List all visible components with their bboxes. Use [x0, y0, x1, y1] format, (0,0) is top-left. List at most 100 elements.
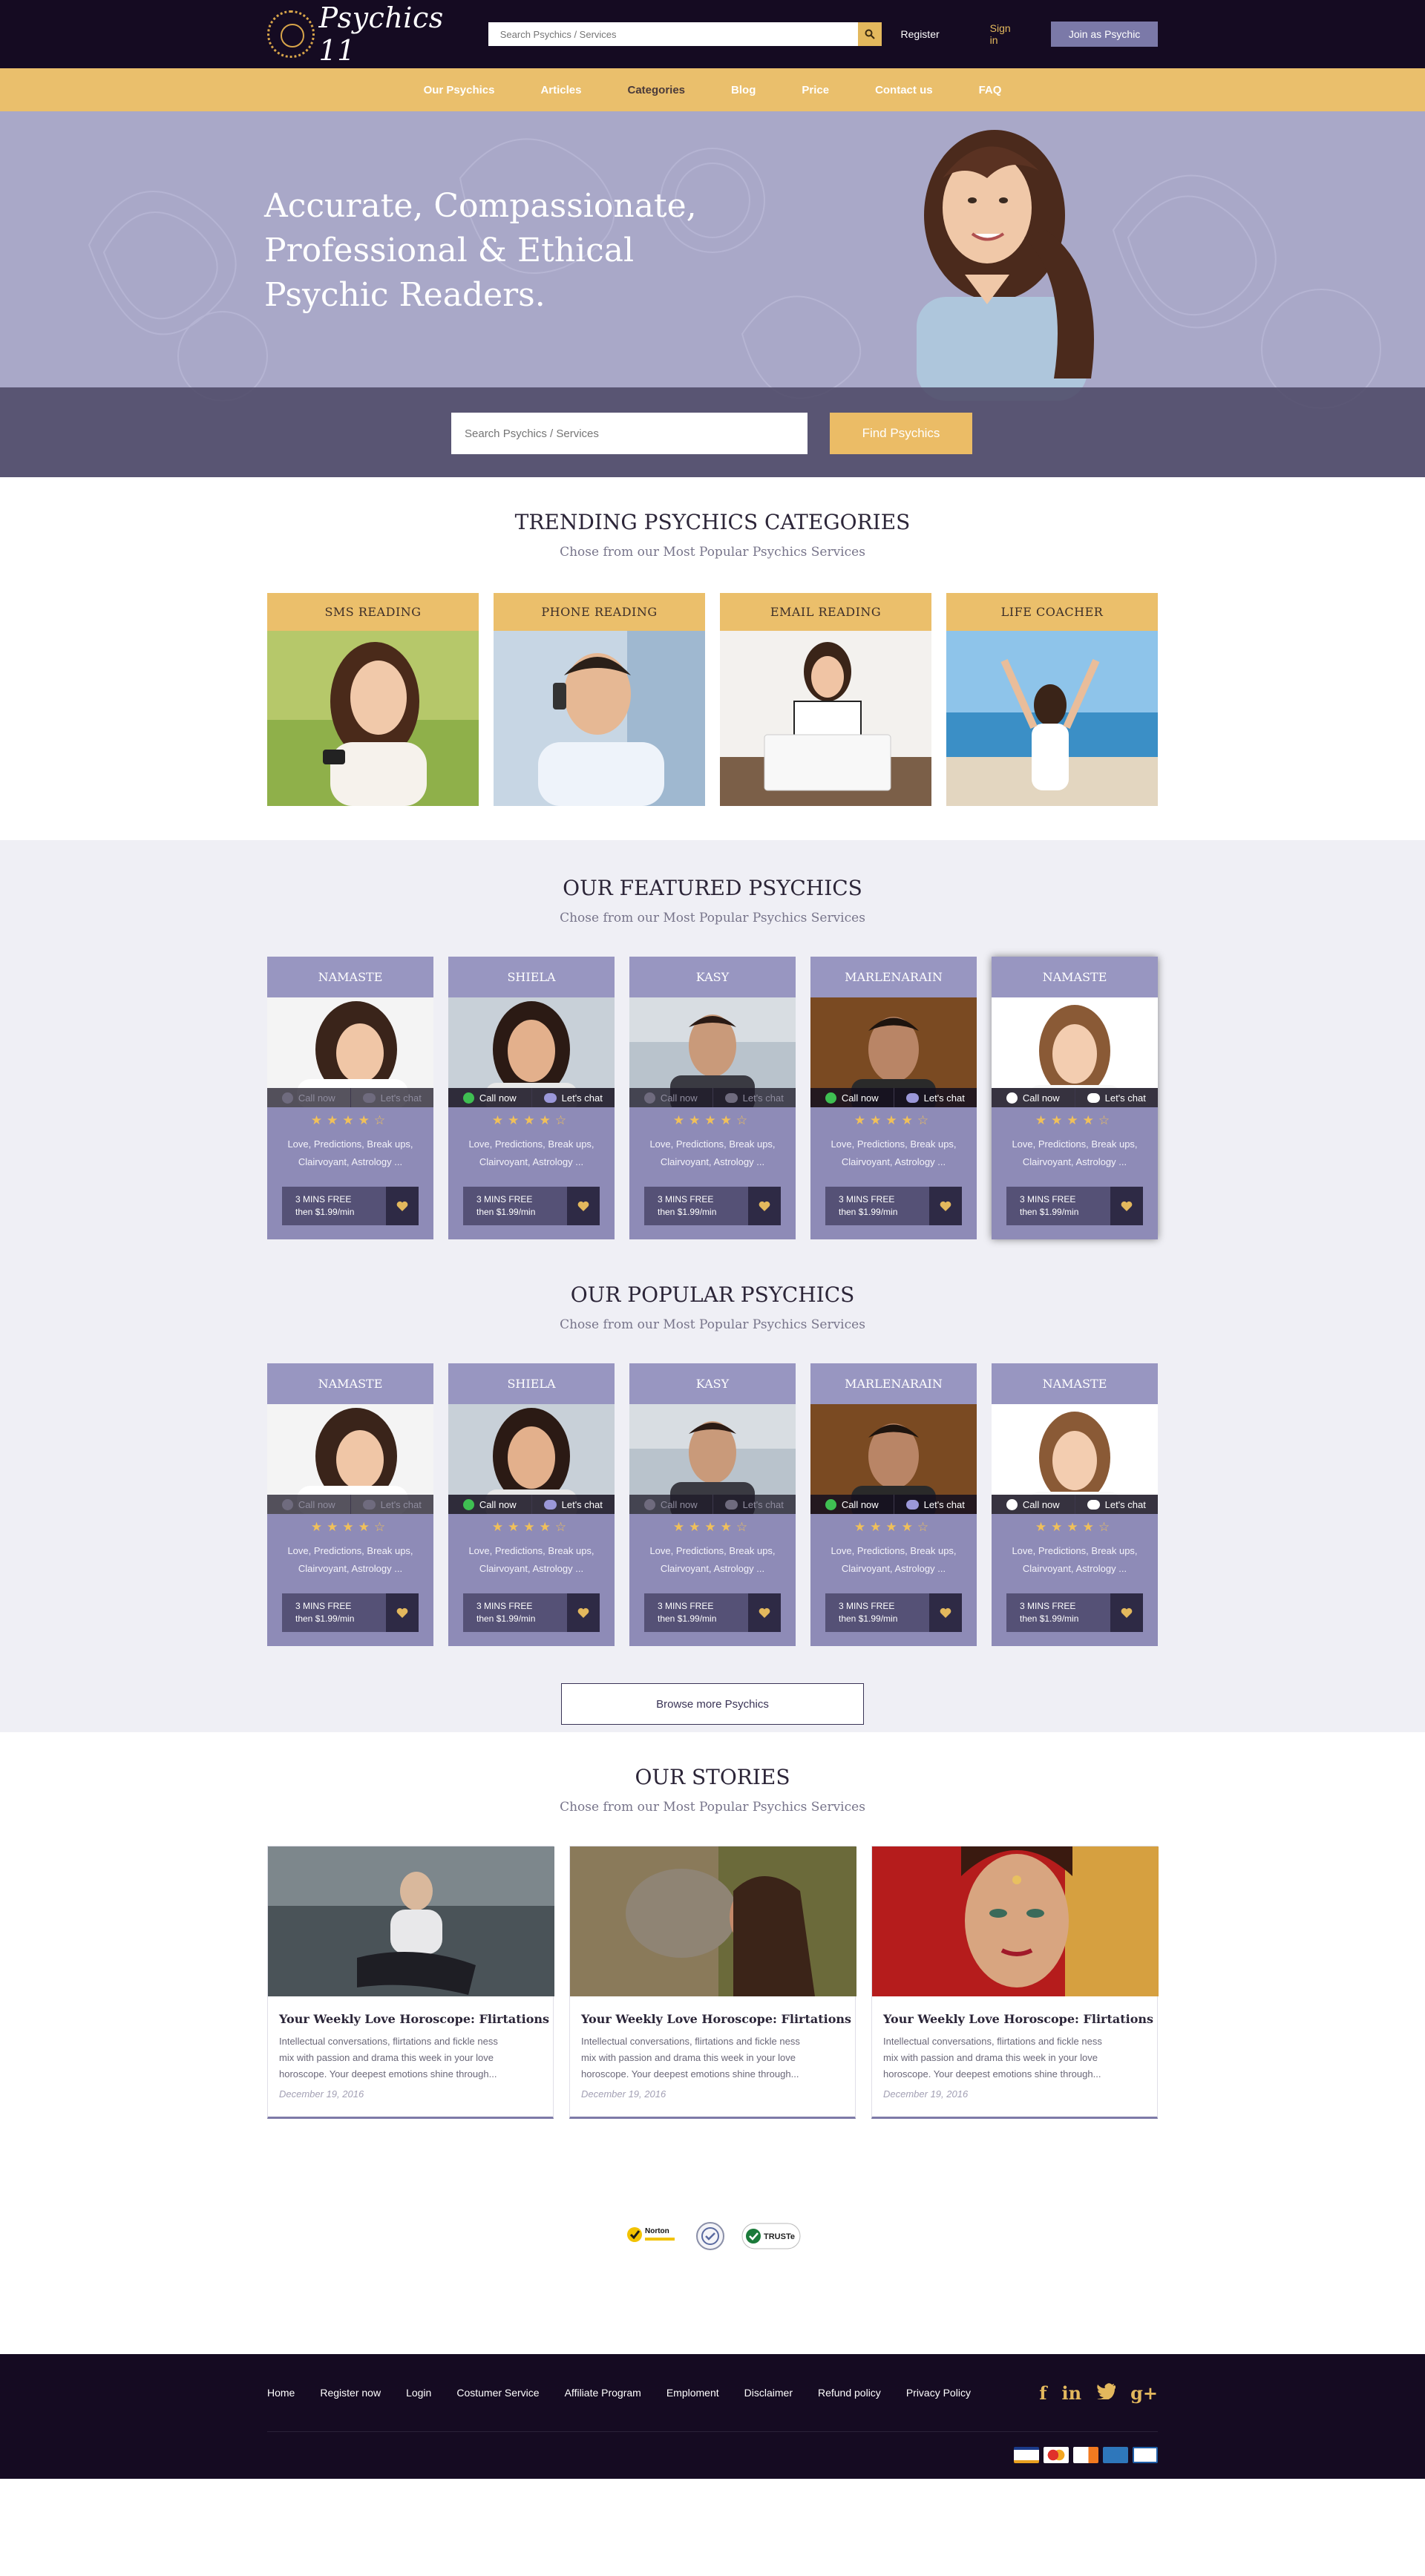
- price-info: 3 MINS FREE then $1.99/min: [644, 1187, 748, 1225]
- chat-bubble-icon: [1087, 1499, 1100, 1510]
- favorite-button[interactable]: [748, 1593, 781, 1632]
- favorite-button[interactable]: [1110, 1187, 1143, 1225]
- logo[interactable]: Psychics 11: [267, 1, 488, 67]
- psychic-card[interactable]: KASY Call now Let's chat ★★★★☆ Love, Pre…: [629, 957, 796, 1239]
- hero-search-input[interactable]: [451, 413, 808, 454]
- category-card-sms[interactable]: SMS READING: [267, 593, 479, 810]
- footer-link-login[interactable]: Login: [406, 2387, 431, 2399]
- logo-mandala-icon: [267, 10, 315, 58]
- psychic-card[interactable]: NAMASTE Call now Let's chat ★★★★☆ Love, …: [992, 957, 1158, 1239]
- specialties-line: Clairvoyant, Astrology ...: [660, 1563, 765, 1574]
- category-card-phone[interactable]: PHONE READING: [494, 593, 705, 810]
- chat-bubble-icon: [905, 1092, 919, 1103]
- section-subtitle: Chose from our Most Popular Psychics Ser…: [560, 1317, 865, 1332]
- lets-chat-button[interactable]: Let's chat: [712, 1495, 796, 1514]
- story-card[interactable]: Your Weekly Love Horoscope: Flirtations …: [267, 1846, 554, 2119]
- lets-chat-button[interactable]: Let's chat: [350, 1088, 433, 1107]
- footer-link-privacy[interactable]: Privacy Policy: [906, 2387, 971, 2399]
- specialties-line: Clairvoyant, Astrology ...: [1022, 1563, 1127, 1574]
- nav-item-categories[interactable]: Categories: [628, 84, 686, 96]
- chat-bubble-icon: [1087, 1092, 1100, 1103]
- story-card[interactable]: Your Weekly Love Horoscope: Flirtations …: [569, 1846, 856, 2119]
- psychic-card[interactable]: NAMASTE Call now Let's chat ★★★★☆ Love, …: [267, 1363, 433, 1646]
- lets-chat-button[interactable]: Let's chat: [1074, 1495, 1158, 1514]
- psychic-card[interactable]: KASY Call now Let's chat ★★★★☆ Love, Pre…: [629, 1363, 796, 1646]
- footer-link-affiliate[interactable]: Affiliate Program: [565, 2387, 641, 2399]
- section-title: OUR FEATURED PSYCHICS: [563, 876, 862, 900]
- rating-stars: ★★★★☆: [672, 1113, 753, 1127]
- twitter-icon[interactable]: [1096, 2382, 1117, 2404]
- psychic-card[interactable]: MARLENARAIN Call now Let's chat ★★★★☆ Lo…: [810, 1363, 977, 1646]
- call-now-button[interactable]: Call now: [267, 1495, 350, 1514]
- call-now-button[interactable]: Call now: [267, 1088, 350, 1107]
- psychic-photo: Call now Let's chat: [810, 997, 977, 1107]
- psychic-card[interactable]: SHIELA Call now Let's chat ★★★★☆ Love, P…: [448, 957, 615, 1239]
- footer-link-register[interactable]: Register now: [320, 2387, 381, 2399]
- lets-chat-button[interactable]: Let's chat: [1074, 1088, 1158, 1107]
- lets-chat-button[interactable]: Let's chat: [712, 1088, 796, 1107]
- favorite-button[interactable]: [567, 1187, 600, 1225]
- join-as-psychic-button[interactable]: Join as Psychic: [1051, 22, 1158, 47]
- call-now-button[interactable]: Call now: [629, 1495, 712, 1514]
- footer-link-refund[interactable]: Refund policy: [818, 2387, 881, 2399]
- rating-stars: ★★★★☆: [491, 1113, 571, 1127]
- phone-icon: [462, 1498, 474, 1510]
- psychic-specialties: Love, Predictions, Break ups, Clairvoyan…: [810, 1542, 977, 1578]
- call-now-button[interactable]: Call now: [810, 1495, 894, 1514]
- price-box: 3 MINS FREE then $1.99/min: [282, 1593, 419, 1632]
- nav-item-price[interactable]: Price: [802, 84, 829, 96]
- header-search-button[interactable]: [857, 22, 882, 46]
- header-search-input[interactable]: [488, 22, 858, 46]
- psychic-card[interactable]: MARLENARAIN Call now Let's chat ★★★★☆ Lo…: [810, 957, 977, 1239]
- browse-more-psychics-button[interactable]: Browse more Psychics: [561, 1683, 864, 1725]
- call-now-button[interactable]: Call now: [810, 1088, 894, 1107]
- nav-item-blog[interactable]: Blog: [731, 84, 756, 96]
- story-card[interactable]: Your Weekly Love Horoscope: Flirtations …: [871, 1846, 1159, 2119]
- favorite-button[interactable]: [386, 1187, 419, 1225]
- favorite-button[interactable]: [748, 1187, 781, 1225]
- lets-chat-button[interactable]: Let's chat: [531, 1088, 615, 1107]
- nav-item-contact-us[interactable]: Contact us: [875, 84, 933, 96]
- call-now-label: Call now: [479, 1092, 517, 1104]
- lets-chat-button[interactable]: Let's chat: [893, 1495, 977, 1514]
- footer-link-home[interactable]: Home: [267, 2387, 295, 2399]
- footer-link-customer-service[interactable]: Costumer Service: [456, 2387, 539, 2399]
- psychic-name: NAMASTE: [992, 957, 1158, 997]
- call-now-button[interactable]: Call now: [992, 1495, 1075, 1514]
- category-card-life-coacher[interactable]: LIFE COACHER: [946, 593, 1158, 810]
- find-psychics-button[interactable]: Find Psychics: [830, 413, 972, 454]
- lets-chat-button[interactable]: Let's chat: [531, 1495, 615, 1514]
- section-title: OUR STORIES: [635, 1765, 790, 1789]
- favorite-button[interactable]: [929, 1187, 962, 1225]
- linkedin-icon[interactable]: in: [1062, 2382, 1082, 2404]
- price-info: 3 MINS FREE then $1.99/min: [644, 1593, 748, 1632]
- call-now-button[interactable]: Call now: [448, 1088, 531, 1107]
- call-now-button[interactable]: Call now: [629, 1088, 712, 1107]
- facebook-icon[interactable]: f: [1039, 2382, 1046, 2404]
- psychic-card[interactable]: SHIELA Call now Let's chat ★★★★☆ Love, P…: [448, 1363, 615, 1646]
- call-now-button[interactable]: Call now: [992, 1088, 1075, 1107]
- favorite-button[interactable]: [567, 1593, 600, 1632]
- norton-secured-badge: Norton: [624, 2221, 679, 2251]
- google-plus-icon[interactable]: g+: [1130, 2382, 1158, 2404]
- category-card-email[interactable]: EMAIL READING: [720, 593, 931, 810]
- story-excerpt: Intellectual conversations, flirtations …: [581, 2033, 844, 2082]
- phone-icon: [825, 1498, 836, 1510]
- register-link[interactable]: Register: [901, 28, 940, 40]
- favorite-button[interactable]: [386, 1593, 419, 1632]
- nav-item-articles[interactable]: Articles: [540, 84, 581, 96]
- footer-link-employment[interactable]: Emploment: [666, 2387, 719, 2399]
- nav-item-our-psychics[interactable]: Our Psychics: [424, 84, 495, 96]
- nav-item-faq[interactable]: FAQ: [979, 84, 1002, 96]
- lets-chat-button[interactable]: Let's chat: [350, 1495, 433, 1514]
- psychic-card[interactable]: NAMASTE Call now Let's chat ★★★★☆ Love, …: [992, 1363, 1158, 1646]
- specialties-line: Love, Predictions, Break ups,: [468, 1138, 594, 1150]
- favorite-button[interactable]: [1110, 1593, 1143, 1632]
- lets-chat-button[interactable]: Let's chat: [893, 1088, 977, 1107]
- signin-link[interactable]: Sign in: [990, 22, 1021, 46]
- favorite-button[interactable]: [929, 1593, 962, 1632]
- footer-link-disclaimer[interactable]: Disclaimer: [744, 2387, 793, 2399]
- psychic-card[interactable]: NAMASTE Call now Let's chat ★★★★☆ Love, …: [267, 957, 433, 1239]
- story-excerpt-line: Intellectual conversations, flirtations …: [581, 2036, 800, 2047]
- call-now-button[interactable]: Call now: [448, 1495, 531, 1514]
